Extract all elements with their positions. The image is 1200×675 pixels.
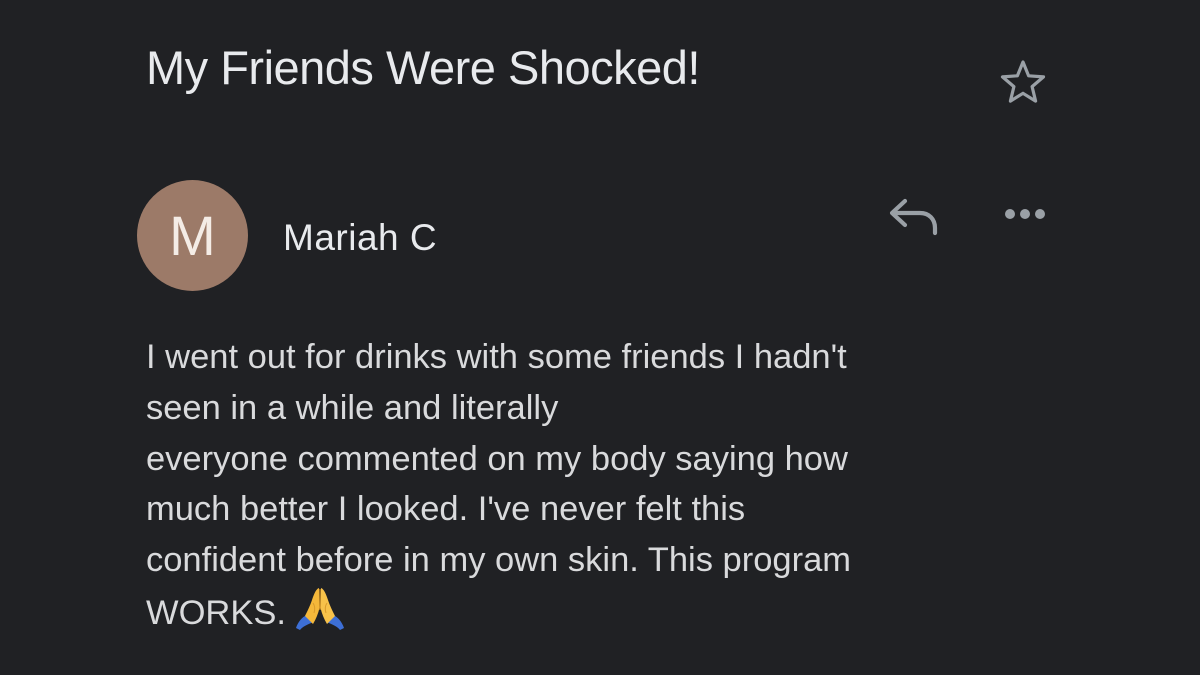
body-line-text: WORKS. [146,593,286,632]
body-line: seen in a while and literally [146,388,559,427]
body-line: much better I looked. I've never felt th… [146,490,746,529]
reply-icon[interactable] [886,192,942,240]
body-line-last: WORKS. [146,586,1106,639]
avatar-initial: M [169,203,216,267]
sender-name[interactable]: Mariah C [283,216,437,260]
star-icon[interactable] [998,57,1048,107]
email-subject: My Friends Were Shocked! [146,41,700,94]
more-options-icon[interactable] [999,196,1053,232]
avatar[interactable]: M [137,180,248,291]
folded-hands-emoji-icon [294,586,346,630]
body-line: I went out for drinks with some friends … [146,338,847,376]
email-body: I went out for drinks with some friends … [146,332,1106,639]
body-line: everyone commented on my body saying how [146,439,848,478]
body-line: confident before in my own skin. This pr… [146,541,852,580]
